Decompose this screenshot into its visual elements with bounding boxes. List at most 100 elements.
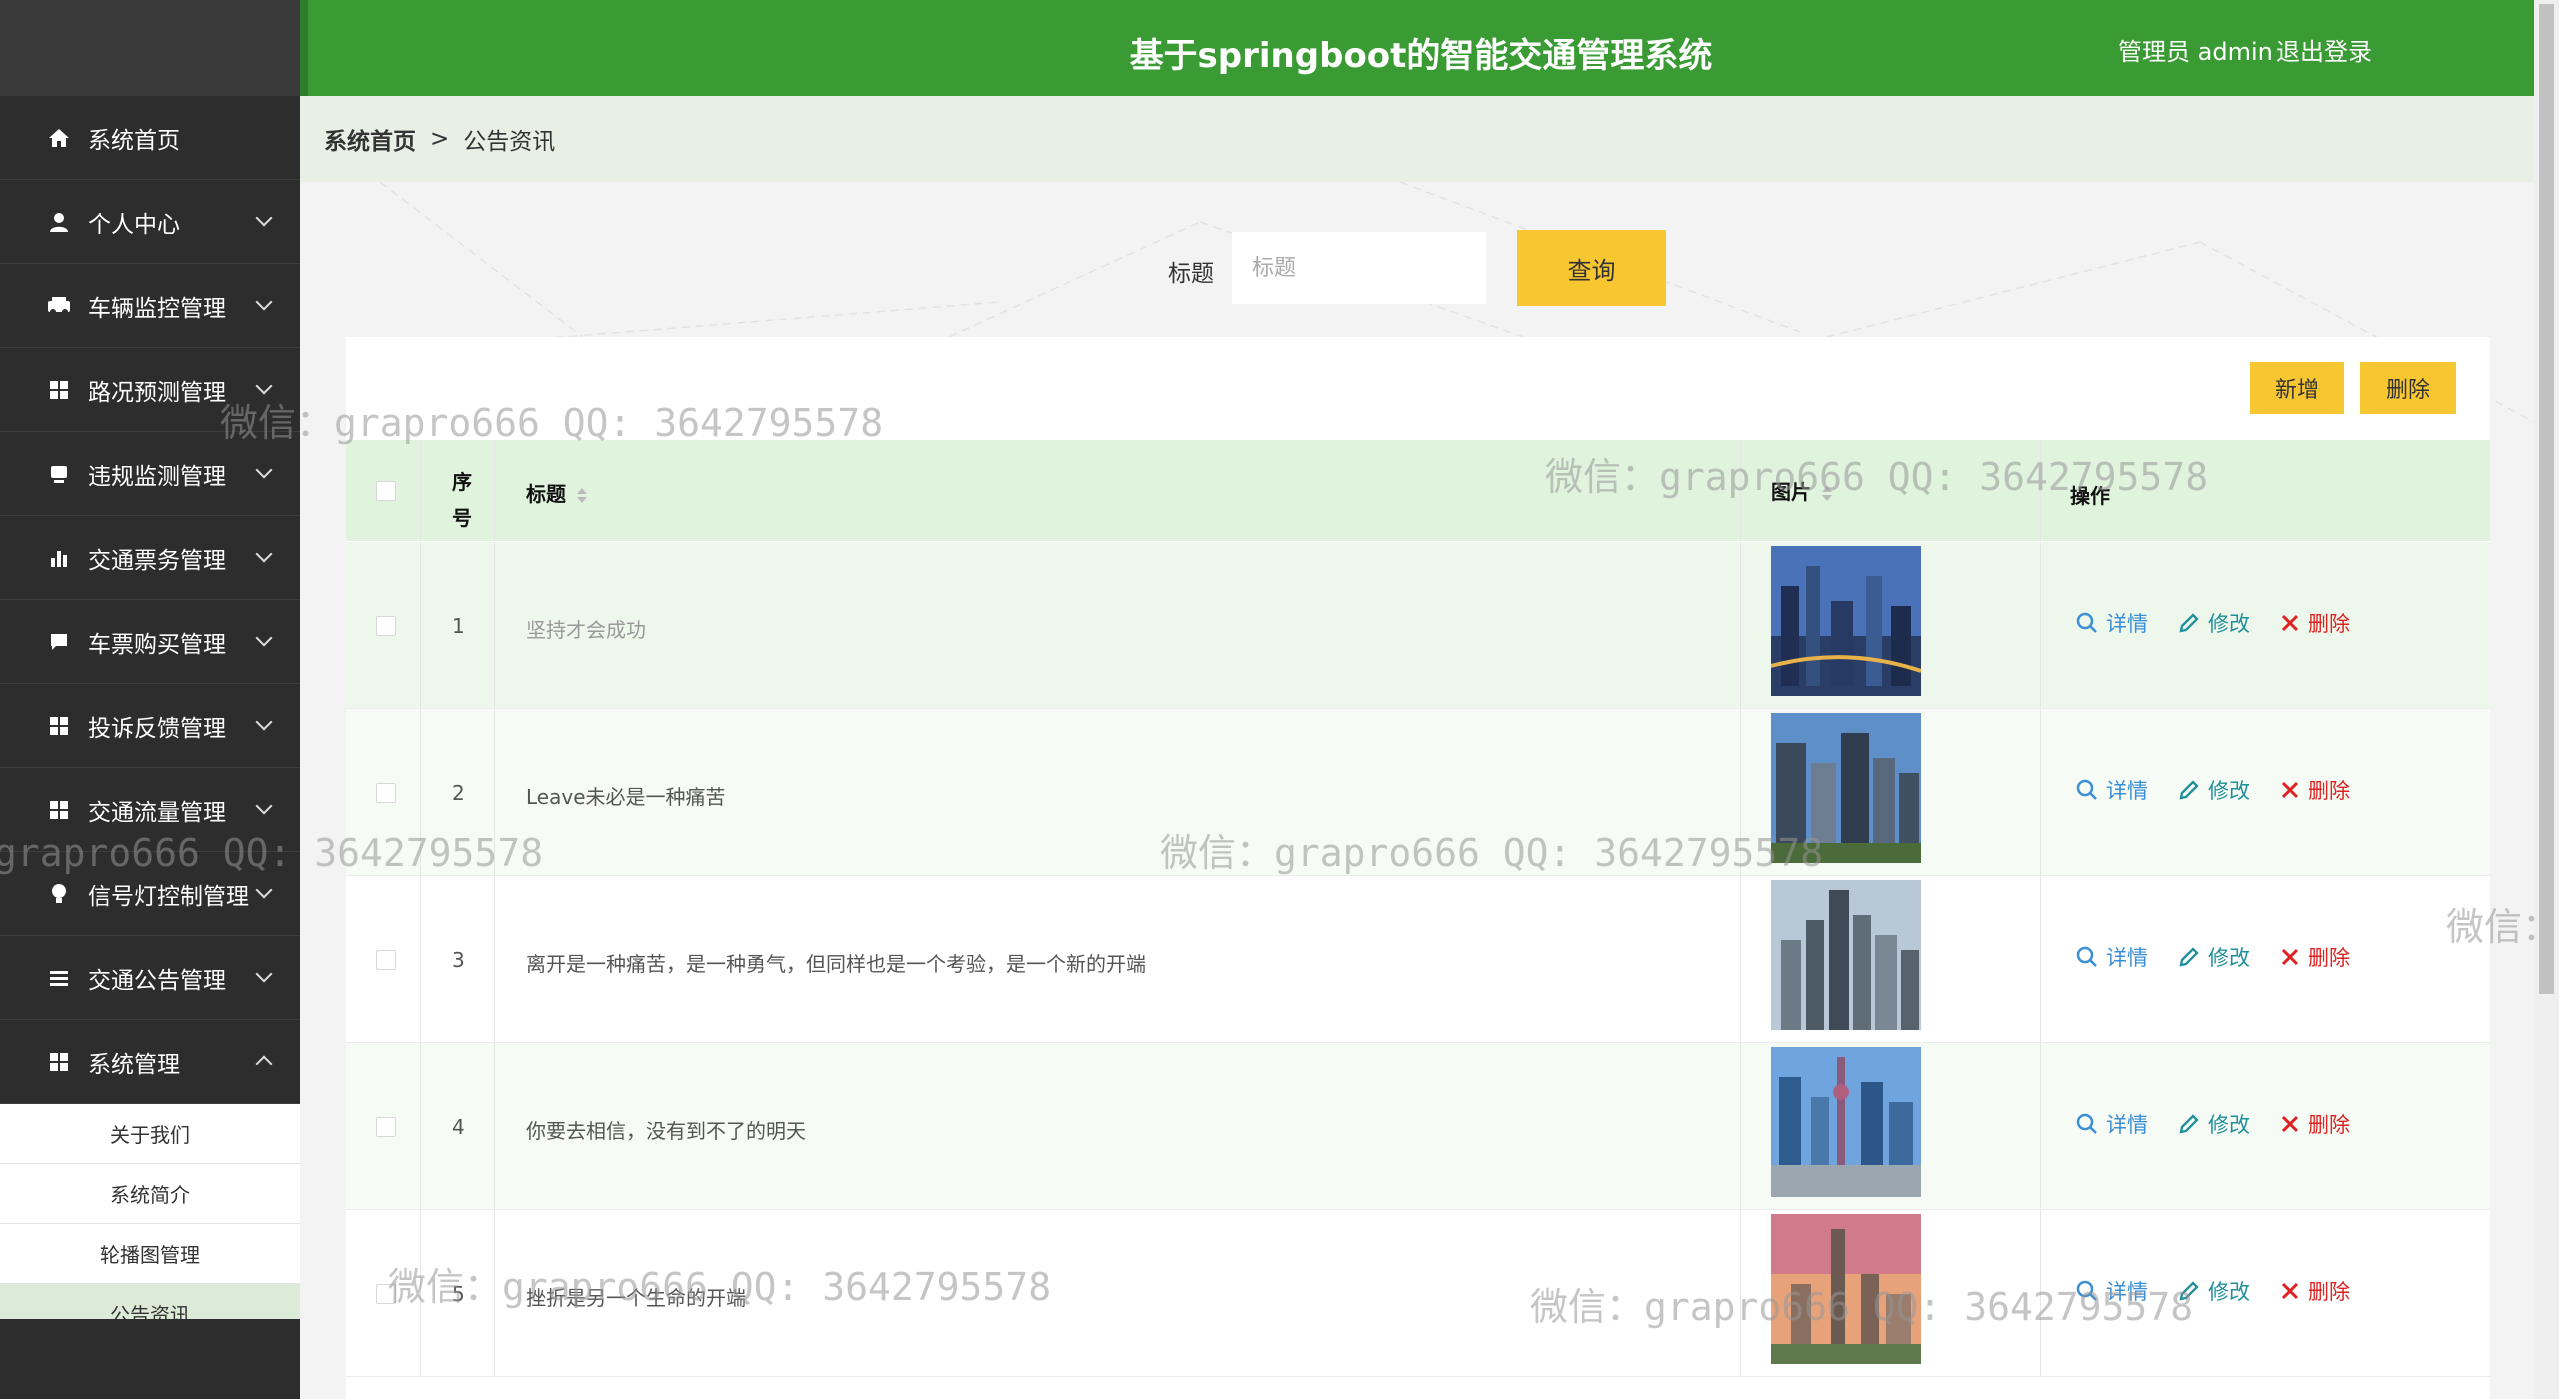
column-divider <box>1740 1043 1741 1209</box>
row-thumbnail[interactable] <box>1771 1047 1921 1197</box>
logout-link[interactable]: 退出登录 <box>2276 32 2372 67</box>
search-title-input[interactable] <box>1232 232 1486 304</box>
detail-link[interactable]: 详情 <box>2076 775 2148 805</box>
detail-label: 详情 <box>2106 612 2148 636</box>
sidebar-item-home[interactable]: 系统首页 <box>0 96 300 180</box>
detail-link[interactable]: 详情 <box>2076 1109 2148 1139</box>
column-divider <box>420 440 421 541</box>
chevron-up-icon <box>255 1055 273 1073</box>
row-checkbox[interactable] <box>376 1117 396 1137</box>
row-thumbnail[interactable] <box>1771 713 1921 863</box>
row-title: Leave未必是一种痛苦 <box>526 785 726 809</box>
edit-icon <box>2179 947 2199 967</box>
column-divider <box>494 709 495 875</box>
column-divider <box>2040 876 2041 1042</box>
sidebar-item-label: 交通公告管理 <box>88 967 226 994</box>
row-title: 挫折是另一个生命的开端 <box>526 1286 746 1310</box>
sidebar-item-system[interactable]: 系统管理 <box>0 1020 300 1104</box>
row-index: 3 <box>452 948 465 972</box>
sidebar-item-road-forecast[interactable]: 路况预测管理 <box>0 348 300 432</box>
row-thumbnail[interactable] <box>1771 1214 1921 1364</box>
breadcrumb: 系统首页 > 公告资讯 <box>300 96 2534 182</box>
sidebar-item-ticketing[interactable]: 交通票务管理 <box>0 516 300 600</box>
chevron-down-icon <box>255 965 273 983</box>
sidebar-item-label: 车辆监控管理 <box>88 295 226 322</box>
close-icon <box>2281 614 2299 632</box>
table-row: 4 你要去相信，没有到不了的明天 详情 修改 删除 <box>346 1043 2490 1210</box>
submenu-item-about[interactable]: 关于我们 <box>0 1104 300 1164</box>
row-thumbnail[interactable] <box>1771 880 1921 1030</box>
chevron-down-icon <box>255 797 273 815</box>
row-checkbox[interactable] <box>376 783 396 803</box>
row-actions: 详情 修改 删除 <box>2076 1109 2380 1139</box>
detail-link[interactable]: 详情 <box>2076 1276 2148 1306</box>
edit-label: 修改 <box>2208 612 2250 636</box>
batch-delete-button[interactable]: 删除 <box>2360 362 2456 414</box>
delete-link[interactable]: 删除 <box>2280 775 2350 805</box>
detail-label: 详情 <box>2106 779 2148 803</box>
chevron-down-icon <box>255 713 273 731</box>
delete-link[interactable]: 删除 <box>2280 942 2350 972</box>
column-divider <box>2040 440 2041 541</box>
column-divider <box>420 1210 421 1376</box>
select-all-checkbox[interactable] <box>376 481 396 501</box>
sidebar-item-traffic-notice[interactable]: 交通公告管理 <box>0 936 300 1020</box>
close-icon <box>2281 948 2299 966</box>
row-actions: 详情 修改 删除 <box>2076 1276 2380 1306</box>
column-divider <box>420 709 421 875</box>
edit-link[interactable]: 修改 <box>2178 608 2250 638</box>
delete-link[interactable]: 删除 <box>2280 1276 2350 1306</box>
monitor-icon <box>46 461 72 487</box>
breadcrumb-home[interactable]: 系统首页 <box>324 122 416 156</box>
vertical-scrollbar[interactable] <box>2534 0 2559 1399</box>
sidebar-item-label: 投诉反馈管理 <box>88 715 226 742</box>
column-divider <box>2040 709 2041 875</box>
search-button[interactable]: 查询 <box>1517 230 1666 306</box>
row-checkbox[interactable] <box>376 950 396 970</box>
bar-chart-icon <box>46 545 72 571</box>
edit-link[interactable]: 修改 <box>2178 1109 2250 1139</box>
breadcrumb-current: 公告资讯 <box>463 129 556 155</box>
sidebar-item-personal[interactable]: 个人中心 <box>0 180 300 264</box>
row-thumbnail[interactable] <box>1771 546 1921 696</box>
add-button[interactable]: 新增 <box>2250 362 2344 414</box>
column-title[interactable]: 标题 <box>526 478 588 507</box>
detail-link[interactable]: 详情 <box>2076 608 2148 638</box>
sidebar-item-traffic-flow[interactable]: 交通流量管理 <box>0 768 300 852</box>
submenu-item-intro[interactable]: 系统简介 <box>0 1164 300 1224</box>
edit-link[interactable]: 修改 <box>2178 1276 2250 1306</box>
sidebar-item-vehicle-monitor[interactable]: 车辆监控管理 <box>0 264 300 348</box>
column-divider <box>494 876 495 1042</box>
top-header: 基于springboot的智能交通管理系统 管理员 admin 退出登录 <box>300 0 2534 96</box>
row-checkbox[interactable] <box>376 1284 396 1304</box>
sort-icon[interactable] <box>1821 485 1833 503</box>
bulb-icon <box>46 881 72 907</box>
delete-link[interactable]: 删除 <box>2280 608 2350 638</box>
row-checkbox[interactable] <box>376 616 396 636</box>
edit-label: 修改 <box>2208 1280 2250 1304</box>
column-image[interactable]: 图片 <box>1771 476 1833 505</box>
column-index[interactable]: 序号 <box>452 464 476 536</box>
submenu-item-carousel[interactable]: 轮播图管理 <box>0 1224 300 1284</box>
edit-link[interactable]: 修改 <box>2178 775 2250 805</box>
sidebar-logo-area <box>0 0 300 96</box>
delete-link[interactable]: 删除 <box>2280 1109 2350 1139</box>
scrollbar-thumb[interactable] <box>2539 4 2554 994</box>
grid-icon <box>46 713 72 739</box>
close-icon <box>2281 1282 2299 1300</box>
edit-link[interactable]: 修改 <box>2178 942 2250 972</box>
sidebar-item-complaint[interactable]: 投诉反馈管理 <box>0 684 300 768</box>
column-divider <box>420 542 421 708</box>
current-user: 管理员 admin <box>2118 38 2273 66</box>
edit-label: 修改 <box>2208 1113 2250 1137</box>
message-icon <box>46 629 72 655</box>
sidebar-item-violation[interactable]: 违规监测管理 <box>0 432 300 516</box>
search-title-label: 标题 <box>1168 261 1214 287</box>
sort-icon[interactable] <box>576 487 588 505</box>
column-divider <box>2040 542 2041 708</box>
detail-link[interactable]: 详情 <box>2076 942 2148 972</box>
sidebar-item-label: 系统管理 <box>88 1051 180 1078</box>
column-divider <box>494 1043 495 1209</box>
sidebar-item-ticket-purchase[interactable]: 车票购买管理 <box>0 600 300 684</box>
sidebar-item-signal-light[interactable]: 信号灯控制管理 <box>0 852 300 936</box>
